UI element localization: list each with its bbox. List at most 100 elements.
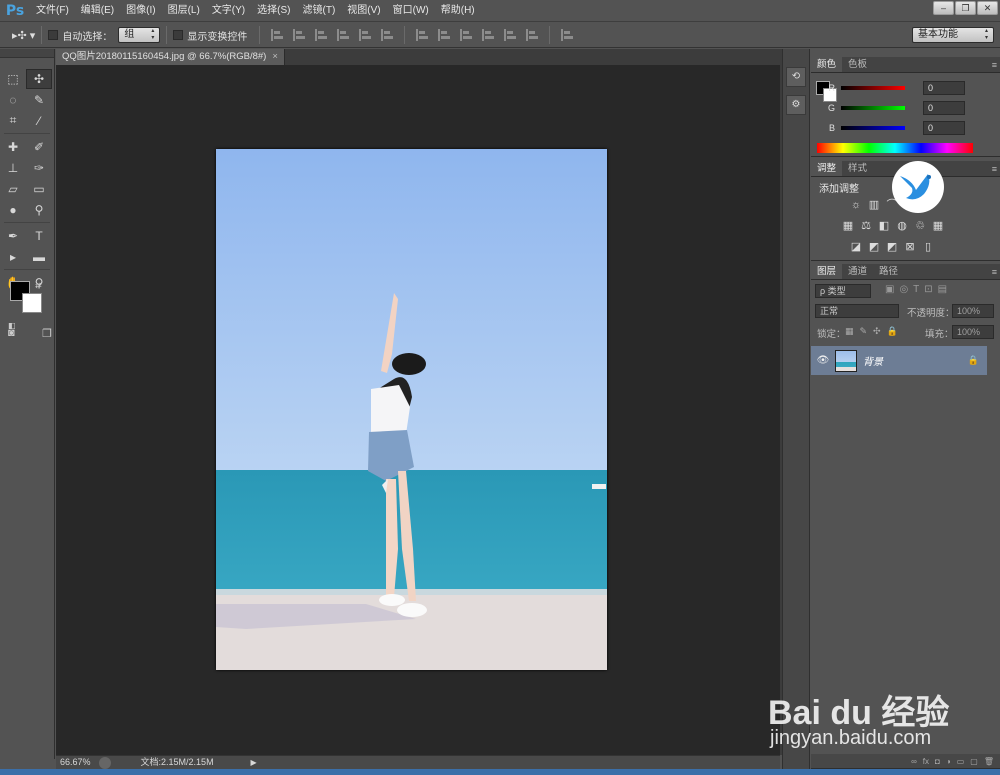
color-lookup-icon[interactable]: ▦ bbox=[931, 220, 945, 232]
color-spectrum[interactable] bbox=[817, 143, 973, 153]
workspace-dropdown[interactable]: 基本功能 bbox=[912, 27, 994, 43]
menu-filter[interactable]: 滤镜(T) bbox=[297, 0, 342, 22]
tab-color[interactable]: 颜色 bbox=[811, 57, 843, 72]
threshold-icon[interactable]: ◩ bbox=[885, 241, 899, 253]
history-panel-icon[interactable]: ⟲ bbox=[786, 67, 806, 87]
blue-slider[interactable] bbox=[841, 126, 905, 130]
fill-field[interactable]: 100% bbox=[952, 325, 994, 339]
share-icon[interactable] bbox=[98, 756, 111, 769]
layer-row-background[interactable]: 👁 背景 🔒 bbox=[811, 346, 987, 375]
menu-type[interactable]: 文字(Y) bbox=[206, 0, 251, 22]
marquee-icon[interactable]: ⬚ bbox=[0, 69, 26, 89]
close-tab-icon[interactable]: × bbox=[272, 51, 278, 62]
crop-icon[interactable]: ⌗ bbox=[0, 111, 26, 131]
group-icon[interactable]: ▭ bbox=[957, 757, 965, 766]
move-tool-preset-icon[interactable]: ▸✣ ▾ bbox=[12, 29, 35, 42]
tab-layers[interactable]: 图层 bbox=[811, 264, 843, 279]
menu-view[interactable]: 视图(V) bbox=[341, 0, 386, 22]
channel-mixer-icon[interactable]: ♲ bbox=[913, 220, 927, 232]
tab-channels[interactable]: 通道 bbox=[842, 264, 873, 279]
background-color[interactable] bbox=[22, 293, 42, 313]
distribute-left-icon[interactable] bbox=[482, 29, 495, 41]
path-select-icon[interactable]: ▸ bbox=[0, 247, 26, 267]
eraser-icon[interactable]: ▱ bbox=[0, 179, 26, 199]
auto-select-checkbox[interactable] bbox=[48, 30, 59, 40]
eyedropper-icon[interactable]: ⁄ bbox=[26, 111, 52, 131]
align-hcenter-icon[interactable] bbox=[359, 29, 372, 41]
layer-style-icon[interactable]: fx bbox=[923, 757, 929, 766]
green-slider[interactable] bbox=[841, 106, 905, 110]
distribute-bottom-icon[interactable] bbox=[460, 29, 473, 41]
layer-filter-icons[interactable]: ▣◎T⊡▤ bbox=[885, 284, 952, 295]
posterize-icon[interactable]: ◩ bbox=[867, 241, 881, 253]
visibility-eye-icon[interactable]: 👁 bbox=[811, 355, 835, 366]
adjustment-layer-icon[interactable]: ◑ bbox=[946, 757, 951, 766]
brightness-icon[interactable]: ☼ bbox=[849, 199, 863, 211]
link-layers-icon[interactable]: ∞ bbox=[911, 757, 917, 766]
selective-color-icon[interactable]: ⊠ bbox=[903, 241, 917, 253]
document-tab[interactable]: QQ图片20180115160454.jpg @ 66.7%(RGB/8#) × bbox=[56, 49, 285, 65]
auto-select-dropdown[interactable]: 组 bbox=[118, 27, 161, 43]
restore-icon[interactable]: ❐ bbox=[955, 1, 976, 15]
green-value-field[interactable]: 0 bbox=[923, 101, 965, 115]
tab-styles[interactable]: 样式 bbox=[842, 161, 873, 176]
align-top-icon[interactable] bbox=[271, 29, 284, 41]
panel-menu-icon[interactable]: ≡ bbox=[992, 57, 997, 73]
color-balance-icon[interactable]: ⚖ bbox=[859, 220, 873, 232]
menu-file[interactable]: 文件(F) bbox=[30, 0, 75, 22]
photo-canvas[interactable] bbox=[216, 149, 607, 670]
blur-icon[interactable]: ● bbox=[0, 200, 26, 220]
layer-mask-icon[interactable]: ◘ bbox=[935, 757, 940, 766]
pen-icon[interactable]: ✒ bbox=[0, 226, 26, 246]
photo-filter-icon[interactable]: ◍ bbox=[895, 220, 909, 232]
menu-layer[interactable]: 图层(L) bbox=[162, 0, 206, 22]
history-brush-icon[interactable]: ✑ bbox=[26, 158, 52, 178]
layer-kind-filter[interactable]: ρ 类型 bbox=[815, 284, 871, 298]
type-icon[interactable]: T bbox=[26, 226, 52, 246]
invert-icon[interactable]: ◪ bbox=[849, 241, 863, 253]
menu-window[interactable]: 窗口(W) bbox=[387, 0, 435, 22]
canvas-area[interactable] bbox=[56, 65, 780, 755]
tab-adjustments[interactable]: 调整 bbox=[811, 161, 843, 176]
delete-layer-icon[interactable]: 🗑 bbox=[984, 757, 994, 766]
screen-mode-icon[interactable]: ❐ bbox=[42, 327, 52, 340]
blend-mode-dropdown[interactable]: 正常 bbox=[815, 304, 899, 318]
properties-panel-icon[interactable]: ⚙ bbox=[786, 95, 806, 115]
minimize-icon[interactable]: – bbox=[933, 1, 954, 15]
show-transform-checkbox[interactable] bbox=[173, 30, 184, 40]
lasso-icon[interactable]: ◌ bbox=[0, 90, 26, 110]
close-icon[interactable]: ✕ bbox=[977, 1, 998, 15]
tab-paths[interactable]: 路径 bbox=[873, 264, 904, 279]
menu-select[interactable]: 选择(S) bbox=[251, 0, 296, 22]
levels-icon[interactable]: ▥ bbox=[867, 199, 881, 211]
distribute-hcenter-icon[interactable] bbox=[504, 29, 517, 41]
tab-swatches[interactable]: 色板 bbox=[842, 57, 873, 72]
distribute-vcenter-icon[interactable] bbox=[438, 29, 451, 41]
menu-help[interactable]: 帮助(H) bbox=[435, 0, 481, 22]
opacity-field[interactable]: 100% bbox=[952, 304, 994, 318]
red-slider[interactable] bbox=[841, 86, 905, 90]
panel-menu-icon[interactable]: ≡ bbox=[992, 161, 997, 177]
gradient-icon[interactable]: ▭ bbox=[26, 179, 52, 199]
menu-image[interactable]: 图像(I) bbox=[120, 0, 161, 22]
dodge-icon[interactable]: ⚲ bbox=[26, 200, 52, 220]
move-icon[interactable]: ✣ bbox=[26, 68, 52, 89]
distribute-top-icon[interactable] bbox=[416, 29, 429, 41]
align-bottom-icon[interactable] bbox=[315, 29, 328, 41]
new-layer-icon[interactable]: ▢ bbox=[970, 757, 978, 766]
vibrance-icon[interactable]: ▦ bbox=[841, 220, 855, 232]
lock-options-icons[interactable]: ▦✎✣🔒 bbox=[845, 326, 904, 337]
slider-blue[interactable]: B 0 bbox=[811, 118, 1000, 138]
black-white-icon[interactable]: ◧ bbox=[877, 220, 891, 232]
quick-select-icon[interactable]: ✎ bbox=[26, 90, 52, 110]
red-value-field[interactable]: 0 bbox=[923, 81, 965, 95]
rectangle-icon[interactable]: ▬ bbox=[26, 247, 52, 267]
panel-menu-icon[interactable]: ≡ bbox=[992, 264, 997, 280]
blue-value-field[interactable]: 0 bbox=[923, 121, 965, 135]
distribute-right-icon[interactable] bbox=[526, 29, 539, 41]
zoom-level[interactable]: 66.67% bbox=[56, 756, 99, 769]
quick-mask-icon[interactable]: ◙ bbox=[8, 327, 15, 340]
tools-panel-header[interactable] bbox=[0, 49, 54, 58]
stamp-icon[interactable]: ⊥ bbox=[0, 158, 26, 178]
slider-green[interactable]: G 0 bbox=[811, 98, 1000, 118]
